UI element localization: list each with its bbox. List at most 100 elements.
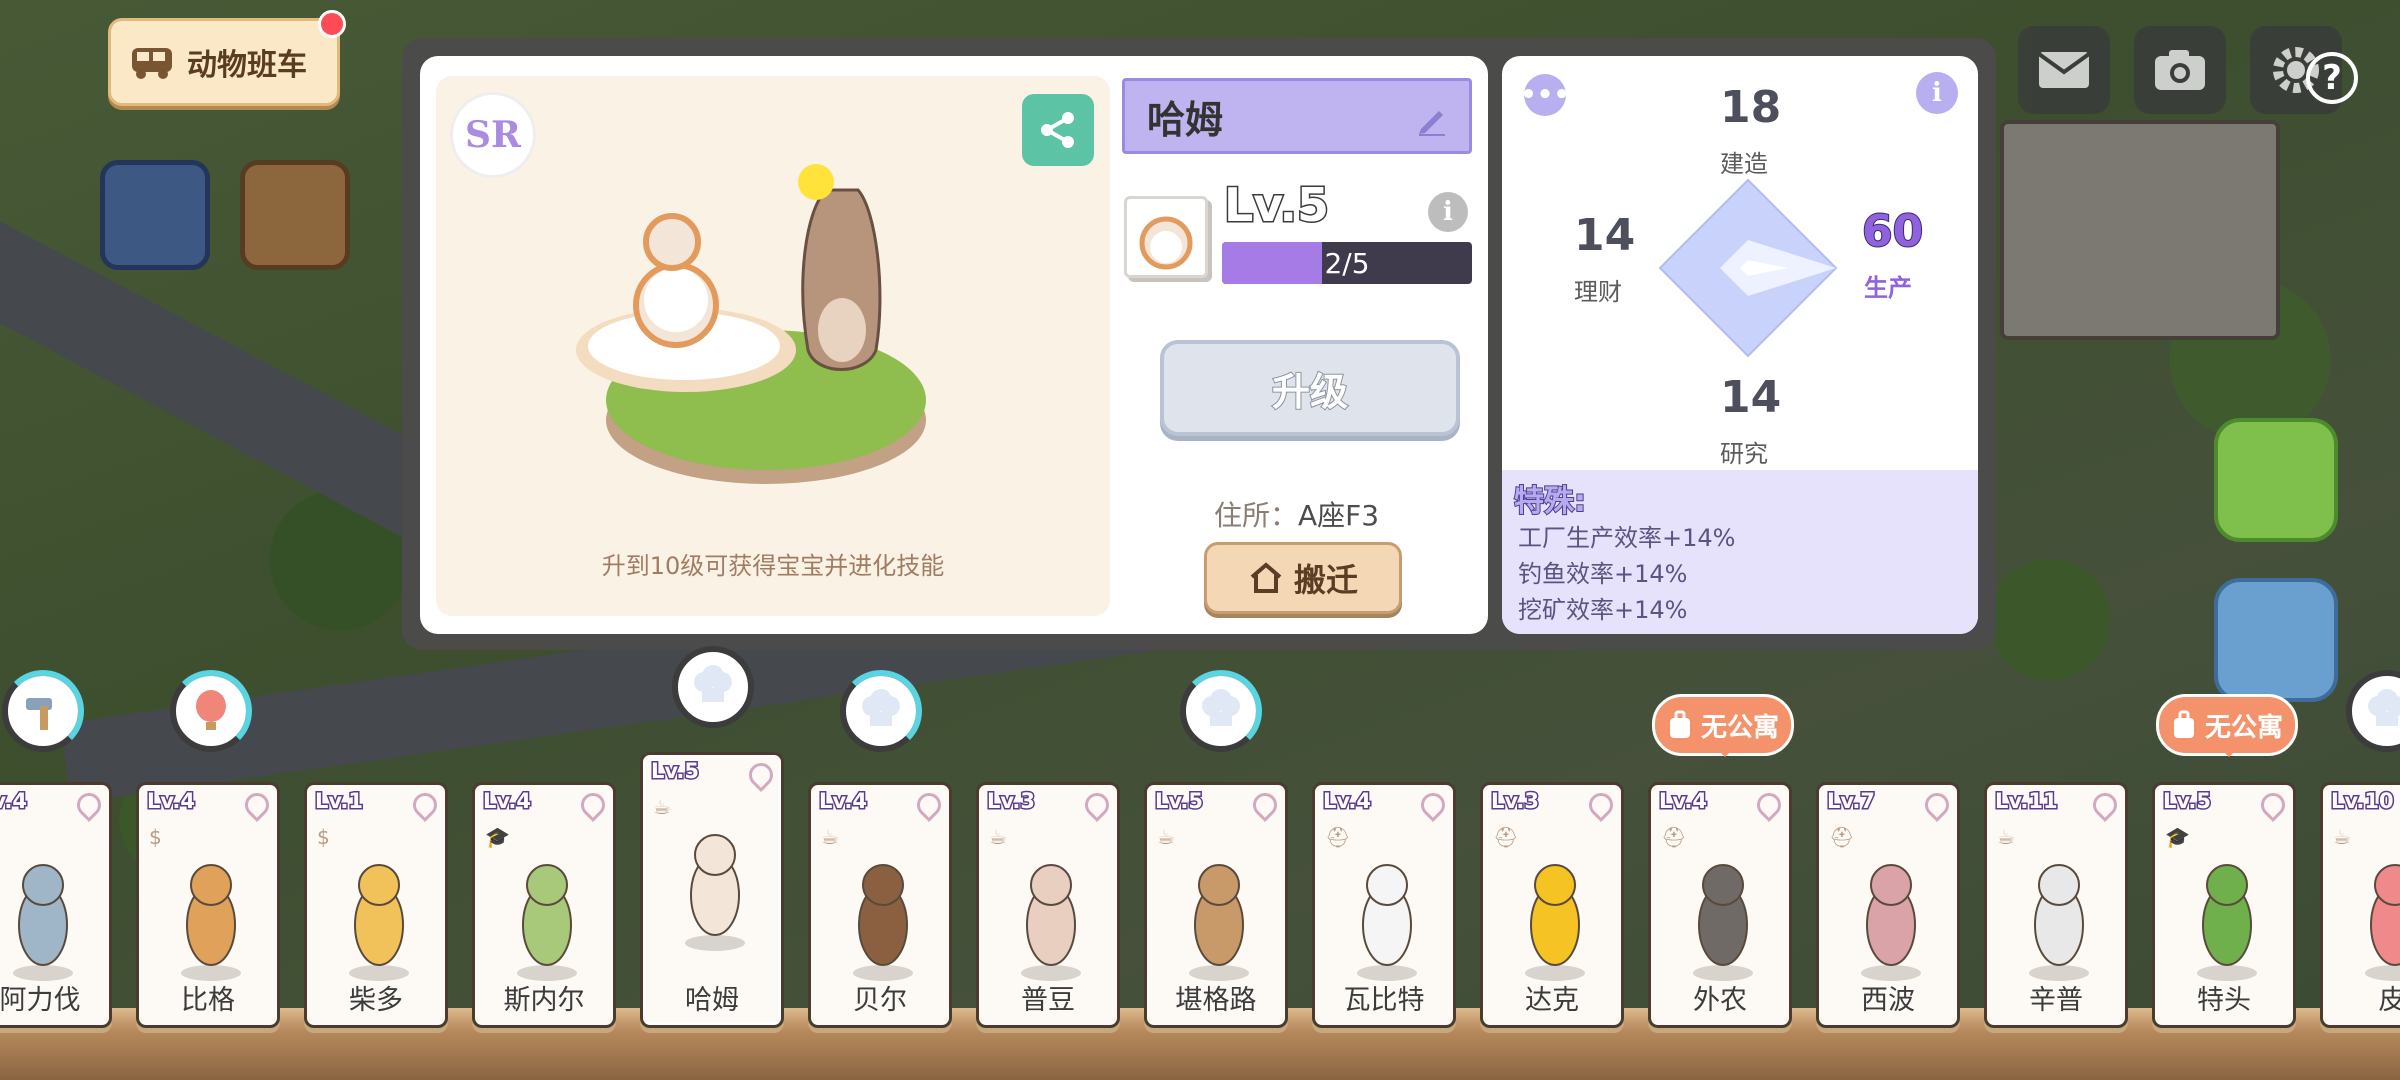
location-pin-icon[interactable] (1416, 788, 1450, 822)
animal-card[interactable]: Lv.4 $ 比格 (136, 782, 280, 1028)
no-apartment-tag: 无公寓 (1652, 694, 1794, 757)
animal-figure (1189, 864, 1249, 981)
card-level: Lv.4 (1658, 788, 1709, 815)
animal-figure (1357, 864, 1417, 981)
address-row: 住所：A座F3 (1214, 494, 1379, 534)
animal-card[interactable]: Lv.4 ⛑ 外农 (1648, 782, 1792, 1028)
task-ring[interactable] (672, 646, 754, 728)
location-pin-icon[interactable] (744, 758, 778, 792)
animal-card[interactable]: Lv.4☕阿力伐 (0, 782, 112, 1028)
location-pin-icon[interactable] (1584, 788, 1618, 822)
notification-dot (318, 10, 346, 38)
level-info-icon[interactable]: i (1428, 192, 1468, 232)
animal-thumbnail[interactable] (1124, 196, 1208, 278)
animal-figure (1021, 864, 1081, 981)
animal-card[interactable]: Lv.5 ☕ 堪格路 (1144, 782, 1288, 1028)
bus-icon (132, 48, 172, 79)
card-name: 柴多 (349, 985, 403, 1016)
animal-bus-label: 动物班车 (187, 48, 307, 83)
chef-hat-icon (862, 689, 900, 726)
card-name: 哈姆 (685, 985, 739, 1016)
animal-card[interactable]: Lv.4 🎓 斯内尔 (472, 782, 616, 1028)
map-side-button[interactable] (2214, 578, 2338, 702)
card-name: 辛普 (2029, 985, 2083, 1016)
location-pin-icon[interactable] (2088, 788, 2122, 822)
animal-figure (349, 864, 409, 981)
hammer-icon (26, 698, 52, 730)
animal-card[interactable]: Lv.10 ☕ 皮 (2320, 782, 2400, 1028)
finance-value: 14 (1574, 210, 1636, 261)
camera-button[interactable] (2134, 26, 2226, 114)
research-label: 研究 (1720, 440, 1768, 468)
special-item: 挖矿效率+14% (1518, 596, 1688, 624)
hamster-avatar (1139, 216, 1193, 270)
xp-progress-text: 2/5 (1324, 246, 1370, 280)
card-level: Lv.4 (0, 788, 28, 815)
animal-figure (2197, 864, 2257, 981)
card-level: Lv.4 (146, 788, 197, 815)
card-level: Lv.4 (818, 788, 869, 815)
location-pin-icon[interactable] (408, 788, 442, 822)
card-level: Lv.7 (1826, 788, 1877, 815)
location-pin-icon[interactable] (912, 788, 946, 822)
mail-button[interactable] (2018, 26, 2110, 114)
balloon-icon (196, 690, 226, 730)
location-pin-icon[interactable] (1248, 788, 1282, 822)
card-level: Lv.1 (314, 788, 365, 815)
hamster-diorama (576, 164, 926, 484)
location-pin-icon[interactable] (240, 788, 274, 822)
animal-card[interactable]: Lv.4 ☕ 贝尔 (808, 782, 952, 1028)
production-label: 生产 (1864, 274, 1912, 302)
finance-label: 理财 (1574, 278, 1622, 306)
task-ring[interactable] (1180, 670, 1262, 752)
animal-card[interactable]: Lv.5 🎓 特头 (2152, 782, 2296, 1028)
rarity-badge: SR (450, 92, 536, 178)
animal-figure (853, 864, 913, 981)
animal-card[interactable]: Lv.11 ☕ 辛普 (1984, 782, 2128, 1028)
camera-icon (2155, 50, 2205, 90)
special-skills-section: 特殊: 工厂生产效率+14% 钓鱼效率+14% 挖矿效率+14% (1502, 470, 1978, 634)
animal-figure (2029, 864, 2089, 981)
animal-card[interactable]: Lv.3 ⛑ 达克 (1480, 782, 1624, 1028)
location-pin-icon[interactable] (1920, 788, 1954, 822)
location-pin-icon[interactable] (2256, 788, 2290, 822)
animal-figure (2365, 864, 2400, 981)
animal-card[interactable]: Lv.1 $ 柴多 (304, 782, 448, 1028)
animal-card[interactable]: Lv.5 ☕ 哈姆 (640, 752, 784, 1028)
animal-bus-button[interactable]: 动物班车 (108, 18, 340, 106)
location-pin-icon[interactable] (1080, 788, 1114, 822)
edit-pencil-icon[interactable] (1415, 103, 1449, 137)
animal-name: 哈姆 (1147, 97, 1224, 142)
location-pin-icon[interactable] (576, 788, 610, 822)
move-button[interactable]: 搬迁 (1204, 542, 1402, 614)
card-level: Lv.3 (1490, 788, 1541, 815)
no-apartment-tag: 无公寓 (2156, 694, 2298, 757)
stats-info-icon[interactable]: i (1916, 72, 1958, 114)
animal-figure (685, 834, 745, 951)
animal-card[interactable]: Lv.3 ☕ 普豆 (976, 782, 1120, 1028)
task-ring[interactable] (840, 670, 922, 752)
more-options-icon[interactable]: ••• (1520, 74, 1570, 116)
animal-name-field[interactable]: 哈姆 (1122, 78, 1472, 154)
job-icon: $ (317, 825, 330, 849)
card-name: 瓦比特 (1343, 985, 1425, 1016)
special-item: 工厂生产效率+14% (1518, 524, 1736, 552)
location-pin-icon[interactable] (72, 788, 106, 822)
animal-card[interactable]: Lv.4 ⛑ 瓦比特 (1312, 782, 1456, 1028)
card-level: Lv.5 (2162, 788, 2213, 815)
share-button[interactable] (1022, 94, 1094, 166)
animal-card[interactable]: Lv.7 ⛑ 西波 (1816, 782, 1960, 1028)
task-ring[interactable] (2, 670, 84, 752)
card-name: 普豆 (1021, 985, 1075, 1016)
job-icon: $ (149, 825, 162, 849)
help-button[interactable]: ? (2306, 52, 2358, 104)
card-level: Lv.10 (2330, 788, 2396, 815)
animal-figure (13, 864, 73, 981)
task-ring[interactable] (170, 670, 252, 752)
home-side-button[interactable] (2214, 418, 2338, 542)
upgrade-button[interactable]: 升级 (1160, 340, 1460, 436)
location-pin-icon[interactable] (1752, 788, 1786, 822)
card-level: Lv.11 (1994, 788, 2060, 815)
address-value: A座F3 (1298, 499, 1380, 532)
move-label: 搬迁 (1293, 561, 1358, 599)
